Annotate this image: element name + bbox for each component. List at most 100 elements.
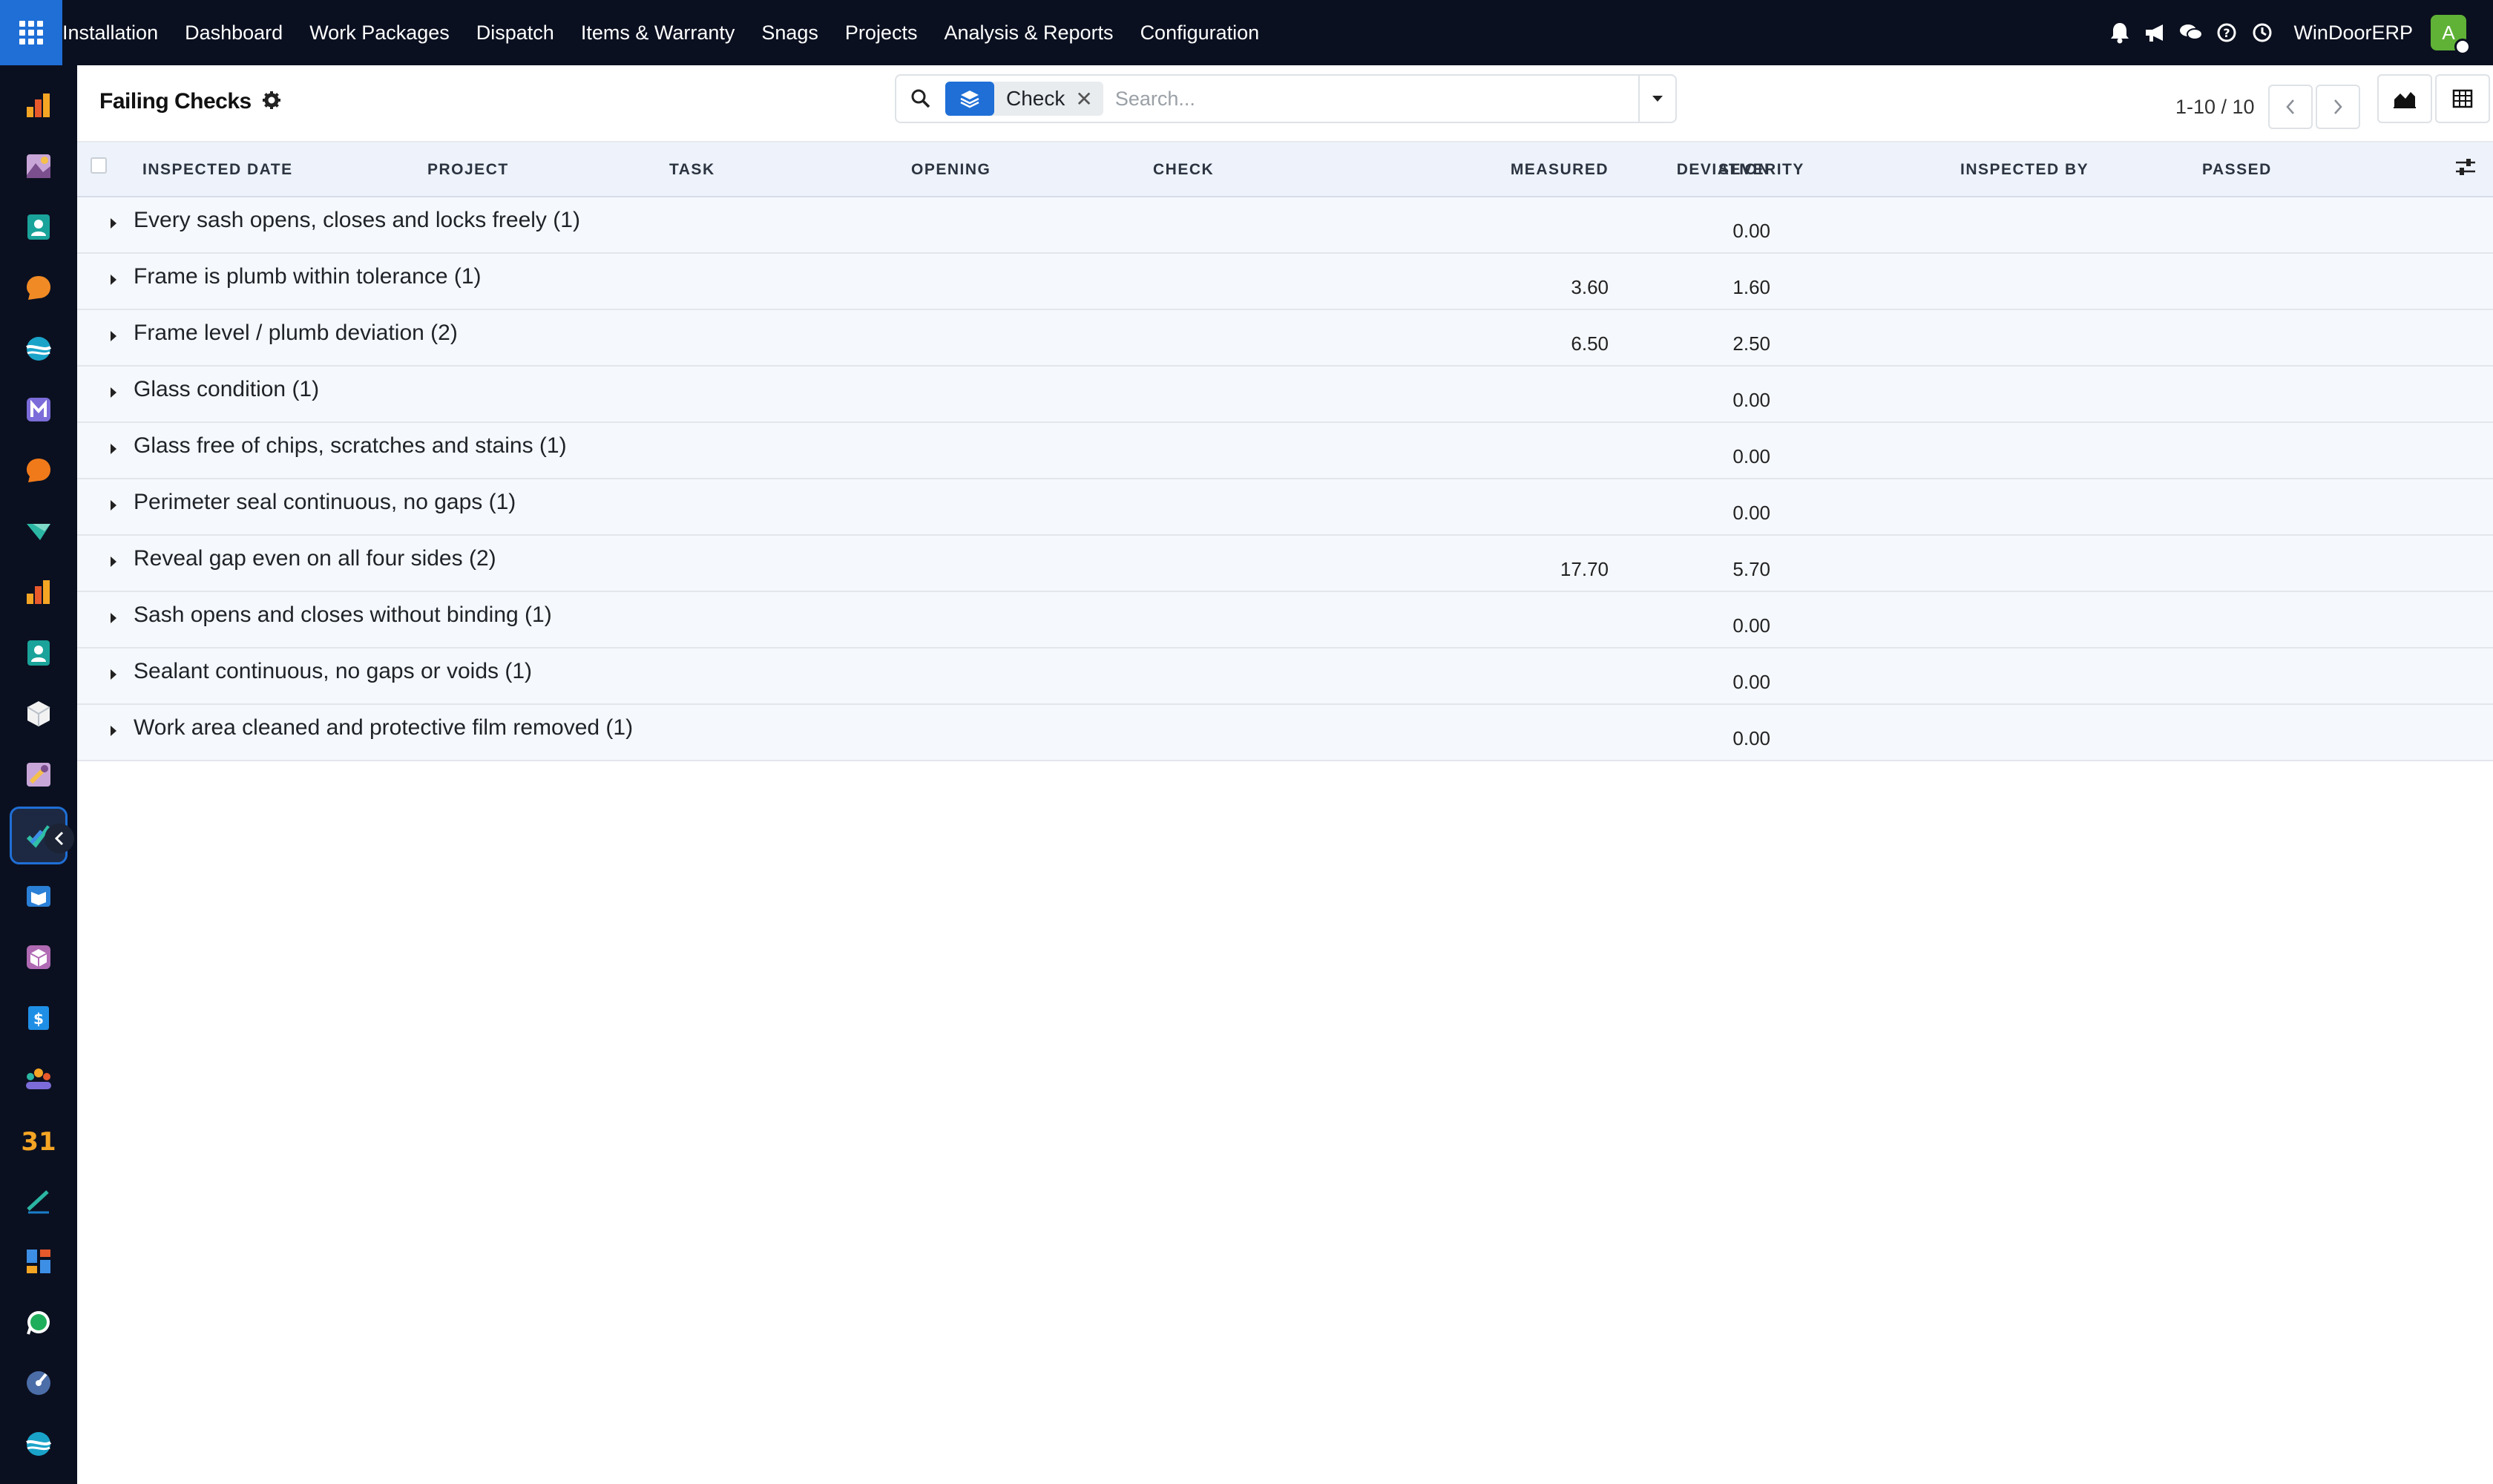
search-input[interactable] [1103, 80, 1638, 117]
calendar-app-icon[interactable]: 31 [12, 1113, 65, 1166]
column-inspected-date[interactable]: Inspected Date [142, 142, 387, 197]
contacts-app-icon[interactable] [12, 200, 65, 254]
caret-right-icon[interactable] [108, 386, 119, 403]
caret-right-icon[interactable] [108, 724, 119, 741]
svg-text:?: ? [2224, 26, 2230, 40]
svg-text:$: $ [33, 1010, 44, 1028]
group-row[interactable]: Sealant continuous, no gaps or voids (1)… [77, 649, 2493, 705]
dashboards-app-icon[interactable] [12, 1235, 65, 1288]
bar-chart-app-icon[interactable] [12, 79, 65, 132]
caret-right-icon[interactable] [108, 329, 119, 347]
column-inspected-by[interactable]: Inspected By [1960, 142, 2183, 197]
select-all-checkbox[interactable] [91, 157, 107, 174]
group-row[interactable]: Work area cleaned and protective film re… [77, 705, 2493, 761]
group-row[interactable]: Frame is plumb within tolerance (1) 3.60 1… [77, 254, 2493, 310]
grid-icon [19, 21, 43, 45]
group-label: Sash opens and closes without binding (1… [134, 603, 552, 627]
menu-snags[interactable]: Snags [748, 22, 832, 45]
list-table: Inspected Date Project Task Opening Chec… [77, 142, 2493, 761]
avatar[interactable]: A [2431, 15, 2471, 55]
group-label: Frame level / plumb deviation (2) [134, 321, 458, 345]
chevron-right-icon[interactable] [2315, 85, 2360, 129]
column-passed[interactable]: Passed [2202, 142, 2425, 197]
caret-right-icon[interactable] [108, 273, 119, 290]
caret-right-icon[interactable] [108, 499, 119, 516]
caret-right-icon[interactable] [108, 555, 119, 572]
tools-app-icon[interactable] [12, 748, 65, 801]
menu-projects[interactable]: Projects [832, 22, 931, 45]
column-measured[interactable]: Measured [1413, 142, 1609, 197]
column-opening[interactable]: Opening [911, 142, 1134, 197]
picture-app-icon[interactable] [12, 139, 65, 193]
group-row[interactable]: Frame level / plumb deviation (2) 6.50 2.5… [77, 310, 2493, 367]
employees-app-icon[interactable] [12, 626, 65, 680]
page-title: Failing Checks [99, 89, 252, 114]
control-panel: Failing Checks Check ✕ 1-10 / 10 [77, 65, 2493, 142]
close-icon[interactable]: ✕ [1075, 87, 1103, 111]
bell-icon[interactable] [2102, 22, 2138, 44]
whatsapp-app-icon[interactable] [12, 1296, 65, 1349]
menu-configuration[interactable]: Configuration [1127, 22, 1273, 45]
packaging-app-icon[interactable] [12, 930, 65, 984]
menu-work-packages[interactable]: Work Packages [296, 22, 463, 45]
caret-down-icon[interactable] [1638, 76, 1675, 122]
group-row[interactable]: Reveal gap even on all four sides (2) 17.… [77, 536, 2493, 592]
inventory-app-icon[interactable] [12, 687, 65, 741]
sign-app-icon[interactable] [12, 505, 65, 558]
group-row[interactable]: Sash opens and closes without binding (1… [77, 592, 2493, 649]
chevron-left-icon[interactable] [2267, 85, 2313, 129]
help-icon[interactable]: ? [2209, 22, 2244, 43]
pager-value[interactable]: 1-10 / 10 [2175, 96, 2255, 119]
megaphone-icon[interactable] [2138, 22, 2173, 43]
website-app-icon[interactable] [12, 322, 65, 375]
discuss-app-icon[interactable] [12, 261, 65, 315]
team-app-icon[interactable] [12, 1052, 65, 1106]
deviation-value: 0.00 [1732, 389, 1770, 411]
svg-text:31: 31 [22, 1127, 55, 1155]
caret-right-icon[interactable] [108, 611, 119, 628]
reporting-app-icon[interactable] [12, 565, 65, 619]
planning-app-icon[interactable] [12, 1356, 65, 1410]
menu-dispatch[interactable]: Dispatch [463, 22, 568, 45]
caret-right-icon[interactable] [108, 217, 119, 234]
column-severity[interactable]: Severity [1718, 142, 1941, 197]
column-task[interactable]: Task [669, 142, 892, 197]
app-sidebar: $ 31 [0, 65, 77, 1484]
group-label: Frame is plumb within tolerance (1) [134, 264, 482, 289]
pivot-view-icon[interactable] [2435, 74, 2490, 123]
deviation-value: 0.00 [1732, 220, 1770, 242]
caret-right-icon[interactable] [108, 668, 119, 685]
main-menu: Installation Dashboard Work Packages Dis… [62, 0, 1272, 65]
gear-icon[interactable] [262, 91, 281, 114]
deviation-value: 0.00 [1732, 727, 1770, 749]
top-navbar: Installation Dashboard Work Packages Dis… [0, 0, 2493, 65]
group-row[interactable]: Perimeter seal continuous, no gaps (1) 0.… [77, 479, 2493, 536]
chat-icon[interactable] [2173, 22, 2209, 43]
column-project[interactable]: Project [427, 142, 650, 197]
deviation-value: 0.00 [1732, 614, 1770, 637]
group-label: Sealant continuous, no gaps or voids (1) [134, 659, 532, 683]
search-icon[interactable] [896, 76, 945, 122]
apps-menu-button[interactable] [0, 0, 62, 65]
website-2-app-icon[interactable] [12, 1417, 65, 1471]
column-settings-icon[interactable] [2454, 156, 2477, 182]
column-check[interactable]: Check [1153, 142, 1376, 197]
caret-right-icon[interactable] [108, 442, 119, 459]
livechat-app-icon[interactable] [12, 444, 65, 497]
clock-icon[interactable] [2244, 22, 2280, 43]
knowledge-app-icon[interactable] [12, 870, 65, 923]
group-row[interactable]: Glass free of chips, scratches and stain… [77, 423, 2493, 479]
group-row[interactable]: Every sash opens, closes and locks freel… [77, 197, 2493, 254]
field-service-app-icon[interactable] [12, 1174, 65, 1227]
menu-items-warranty[interactable]: Items & Warranty [568, 22, 749, 45]
app-name-link[interactable]: Installation [62, 22, 171, 45]
invoicing-app-icon[interactable]: $ [12, 991, 65, 1045]
graph-view-icon[interactable] [2377, 74, 2432, 123]
company-name[interactable]: WinDoorERP [2293, 22, 2413, 45]
chevron-left-icon[interactable] [45, 824, 74, 853]
menu-dashboard[interactable]: Dashboard [171, 22, 296, 45]
group-row[interactable]: Glass condition (1) 0.00 [77, 367, 2493, 423]
group-label: Work area cleaned and protective film re… [134, 715, 634, 740]
mail-app-icon[interactable] [12, 383, 65, 436]
menu-analysis-reports[interactable]: Analysis & Reports [930, 22, 1126, 45]
